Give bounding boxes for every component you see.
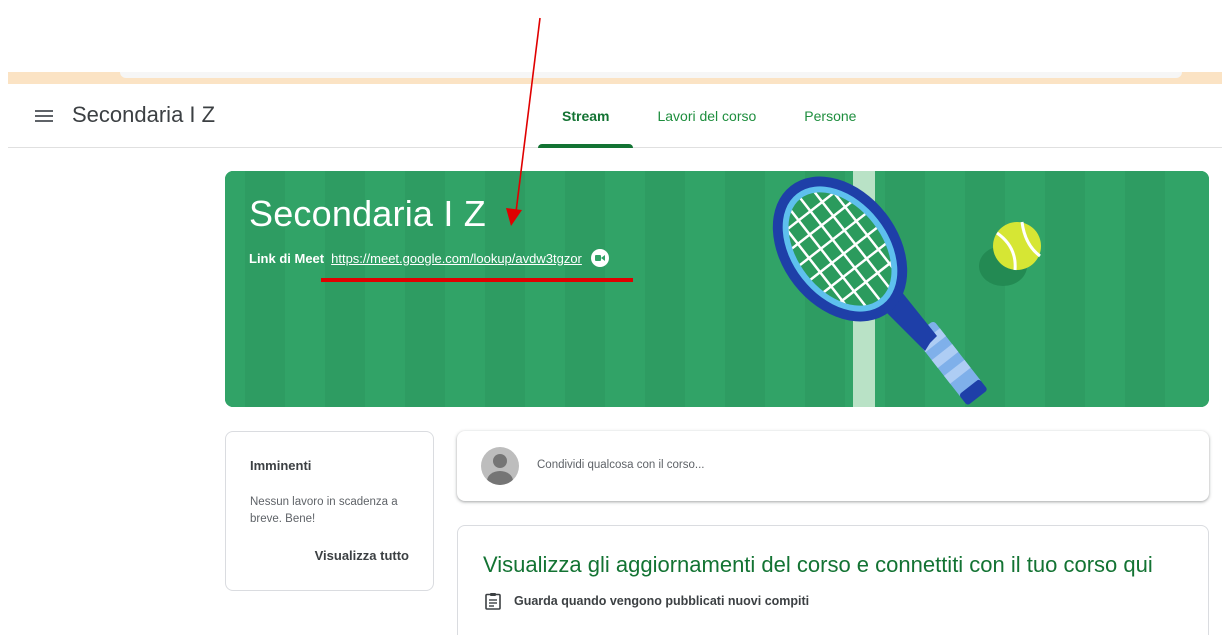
info-item-text: Guarda quando vengono pubblicati nuovi c… xyxy=(514,594,810,608)
browser-toolbar-edge xyxy=(8,72,1222,84)
tab-people[interactable]: Persone xyxy=(780,84,880,148)
meet-link[interactable]: https://meet.google.com/lookup/avdw3tgzo… xyxy=(331,251,582,266)
upcoming-message: Nessun lavoro in scadenza a breve. Bene! xyxy=(250,496,398,525)
upcoming-title: Imminenti xyxy=(250,458,312,473)
tab-bar: Stream Lavori del corso Persone xyxy=(538,84,880,148)
stream-info-card: Visualizza gli aggiornamenti del corso e… xyxy=(457,525,1209,635)
top-bar: Secondaria I Z Stream Lavori del corso P… xyxy=(8,84,1222,148)
meet-label: Link di Meet xyxy=(249,250,325,266)
info-title: Visualizza gli aggiornamenti del corso e… xyxy=(483,552,1153,577)
browser-address-bar-edge xyxy=(120,72,1182,78)
meet-link-row: Link di Meet https://meet.google.com/loo… xyxy=(249,249,609,267)
course-name[interactable]: Secondaria I Z xyxy=(72,102,215,128)
share-placeholder[interactable]: Condividi qualcosa con il corso... xyxy=(537,459,704,471)
view-all-link[interactable]: Visualizza tutto xyxy=(315,548,409,563)
hamburger-menu-icon[interactable] xyxy=(32,107,56,125)
upcoming-card: Imminenti Nessun lavoro in scadenza a br… xyxy=(225,431,434,591)
classroom-page: Secondaria I Z Stream Lavori del corso P… xyxy=(0,0,1222,635)
video-camera-icon[interactable] xyxy=(590,249,609,267)
info-item: Guarda quando vengono pubblicati nuovi c… xyxy=(485,592,809,610)
tab-stream[interactable]: Stream xyxy=(538,84,634,148)
course-banner: Secondaria I Z Link di Meet https://meet… xyxy=(225,171,1209,407)
assignment-icon xyxy=(485,593,501,610)
tab-coursework[interactable]: Lavori del corso xyxy=(633,84,780,148)
banner-title: Secondaria I Z xyxy=(249,193,486,234)
avatar xyxy=(481,447,519,485)
share-box[interactable]: Condividi qualcosa con il corso... xyxy=(457,431,1209,501)
